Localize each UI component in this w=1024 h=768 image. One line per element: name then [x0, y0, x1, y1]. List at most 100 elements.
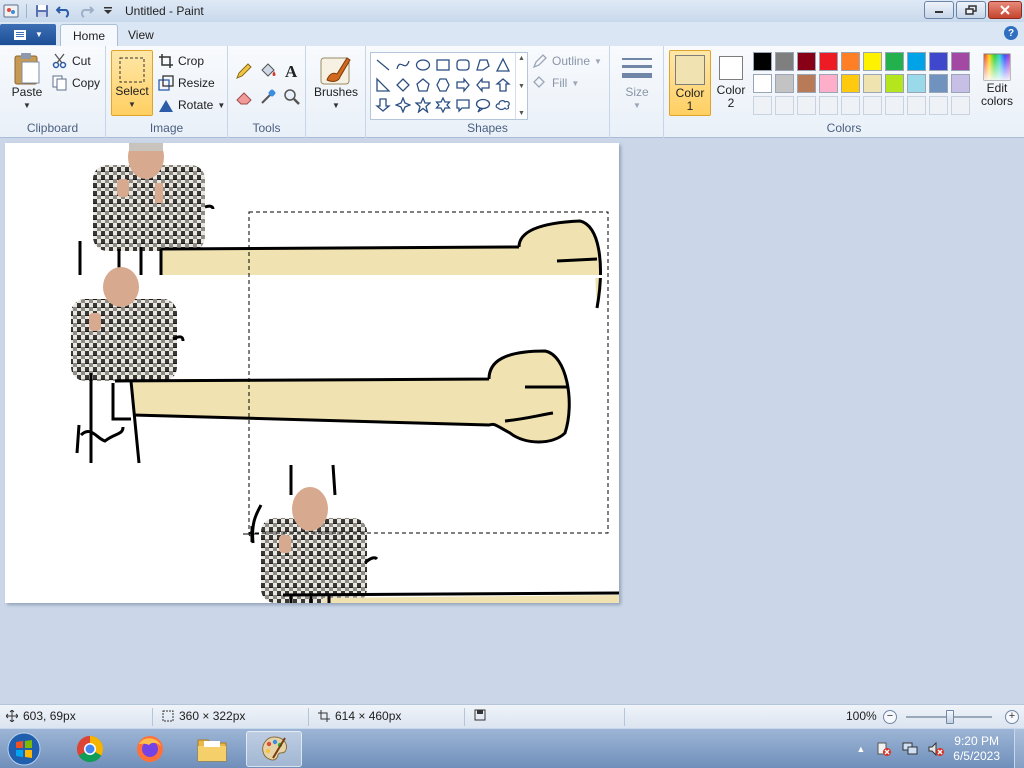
palette-custom-slot-4[interactable]: [819, 96, 838, 115]
right-arrow-shape-icon[interactable]: [453, 75, 473, 95]
paint-app-icon[interactable]: [2, 2, 20, 20]
oval-shape-icon[interactable]: [413, 55, 433, 75]
outline-button[interactable]: Outline ▼: [532, 51, 602, 71]
triangle-shape-icon[interactable]: [493, 55, 513, 75]
palette-swatch-r1-2[interactable]: [775, 52, 794, 71]
customize-qat-icon[interactable]: [99, 2, 117, 20]
copy-button[interactable]: Copy: [52, 73, 100, 93]
file-menu-button[interactable]: ▼: [0, 24, 56, 45]
restore-button[interactable]: [956, 1, 986, 19]
palette-swatch-r2-9[interactable]: [929, 74, 948, 93]
pencil-icon[interactable]: [232, 58, 256, 84]
palette-custom-slot-10[interactable]: [951, 96, 970, 115]
palette-custom-slot-7[interactable]: [885, 96, 904, 115]
palette-swatch-r2-2[interactable]: [775, 74, 794, 93]
rounded-rectangle-shape-icon[interactable]: [453, 55, 473, 75]
palette-custom-slot-9[interactable]: [929, 96, 948, 115]
palette-swatch-r1-6[interactable]: [863, 52, 882, 71]
size-button[interactable]: Size ▼: [618, 52, 656, 112]
volume-muted-icon[interactable]: [927, 741, 945, 757]
zoom-in-button[interactable]: +: [1005, 710, 1019, 724]
palette-swatch-r1-4[interactable]: [819, 52, 838, 71]
palette-swatch-r2-6[interactable]: [863, 74, 882, 93]
action-center-icon[interactable]: [875, 741, 893, 757]
magnifier-icon[interactable]: [280, 84, 304, 110]
right-triangle-shape-icon[interactable]: [373, 75, 393, 95]
diamond-shape-icon[interactable]: [393, 75, 413, 95]
palette-swatch-r2-7[interactable]: [885, 74, 904, 93]
palette-custom-slot-3[interactable]: [797, 96, 816, 115]
show-desktop-button[interactable]: [1014, 729, 1024, 768]
resize-button[interactable]: Resize: [158, 73, 215, 93]
taskbar-chrome[interactable]: [62, 731, 118, 767]
pentagon-shape-icon[interactable]: [413, 75, 433, 95]
select-button[interactable]: Select ▼: [111, 50, 153, 116]
taskbar-clock[interactable]: 9:20 PM 6/5/2023: [953, 734, 1000, 764]
palette-swatch-r1-1[interactable]: [753, 52, 772, 71]
palette-custom-slot-2[interactable]: [775, 96, 794, 115]
rounded-callout-shape-icon[interactable]: [453, 95, 473, 115]
shapes-scrollbar[interactable]: ▲ ▼ ▼: [515, 53, 527, 119]
fill-bucket-icon[interactable]: [256, 58, 280, 84]
down-arrow-shape-icon[interactable]: [373, 95, 393, 115]
taskbar-firefox[interactable]: [122, 731, 178, 767]
close-button[interactable]: [988, 1, 1022, 19]
cloud-callout-shape-icon[interactable]: [493, 95, 513, 115]
hexagon-shape-icon[interactable]: [433, 75, 453, 95]
taskbar-file-explorer[interactable]: [184, 731, 240, 767]
color2-button[interactable]: Color 2: [714, 50, 748, 116]
palette-swatch-r2-1[interactable]: [753, 74, 772, 93]
rectangle-shape-icon[interactable]: [433, 55, 453, 75]
palette-custom-slot-1[interactable]: [753, 96, 772, 115]
color-picker-icon[interactable]: [256, 84, 280, 110]
show-hidden-icons-icon[interactable]: ▲: [856, 744, 865, 754]
save-icon[interactable]: [33, 2, 51, 20]
canvas-workspace[interactable]: [0, 138, 1024, 704]
zoom-out-button[interactable]: −: [883, 710, 897, 724]
paste-button[interactable]: Paste ▼: [8, 52, 46, 112]
palette-swatch-r2-8[interactable]: [907, 74, 926, 93]
zoom-slider-thumb[interactable]: [946, 710, 954, 724]
line-shape-icon[interactable]: [373, 55, 393, 75]
edit-colors-button[interactable]: Edit colors: [974, 52, 1020, 108]
oval-callout-shape-icon[interactable]: [473, 95, 493, 115]
five-point-star-shape-icon[interactable]: [413, 95, 433, 115]
palette-swatch-r1-9[interactable]: [929, 52, 948, 71]
palette-swatch-r1-8[interactable]: [907, 52, 926, 71]
palette-swatch-r1-10[interactable]: [951, 52, 970, 71]
palette-swatch-r2-5[interactable]: [841, 74, 860, 93]
palette-swatch-r2-4[interactable]: [819, 74, 838, 93]
scroll-up-icon[interactable]: ▲: [518, 55, 525, 62]
crop-button[interactable]: Crop: [158, 51, 204, 71]
palette-swatch-r2-3[interactable]: [797, 74, 816, 93]
palette-swatch-r1-7[interactable]: [885, 52, 904, 71]
four-point-star-shape-icon[interactable]: [393, 95, 413, 115]
shapes-expand-icon[interactable]: ▼: [518, 110, 525, 117]
help-icon[interactable]: ?: [1004, 26, 1018, 40]
tab-home[interactable]: Home: [60, 24, 119, 46]
redo-icon[interactable]: [77, 2, 95, 20]
start-button[interactable]: [4, 730, 44, 768]
tab-view[interactable]: View: [116, 24, 166, 46]
palette-swatch-r1-3[interactable]: [797, 52, 816, 71]
palette-swatch-r2-10[interactable]: [951, 74, 970, 93]
palette-custom-slot-5[interactable]: [841, 96, 860, 115]
text-icon[interactable]: A: [280, 58, 304, 84]
minimize-button[interactable]: [924, 1, 954, 19]
palette-custom-slot-8[interactable]: [907, 96, 926, 115]
scroll-down-icon[interactable]: ▼: [518, 83, 525, 90]
palette-custom-slot-6[interactable]: [863, 96, 882, 115]
taskbar-paint[interactable]: [246, 731, 302, 767]
eraser-icon[interactable]: [232, 84, 256, 110]
left-arrow-shape-icon[interactable]: [473, 75, 493, 95]
rotate-button[interactable]: Rotate ▼: [158, 95, 225, 115]
undo-icon[interactable]: [55, 2, 73, 20]
fill-button[interactable]: Fill ▼: [532, 73, 579, 93]
palette-swatch-r1-5[interactable]: [841, 52, 860, 71]
cut-button[interactable]: Cut: [52, 51, 91, 71]
drawing-canvas[interactable]: [5, 143, 619, 603]
color1-button[interactable]: Color 1: [669, 50, 711, 116]
up-arrow-shape-icon[interactable]: [493, 75, 513, 95]
curve-shape-icon[interactable]: [393, 55, 413, 75]
brushes-button[interactable]: Brushes ▼: [312, 52, 360, 112]
